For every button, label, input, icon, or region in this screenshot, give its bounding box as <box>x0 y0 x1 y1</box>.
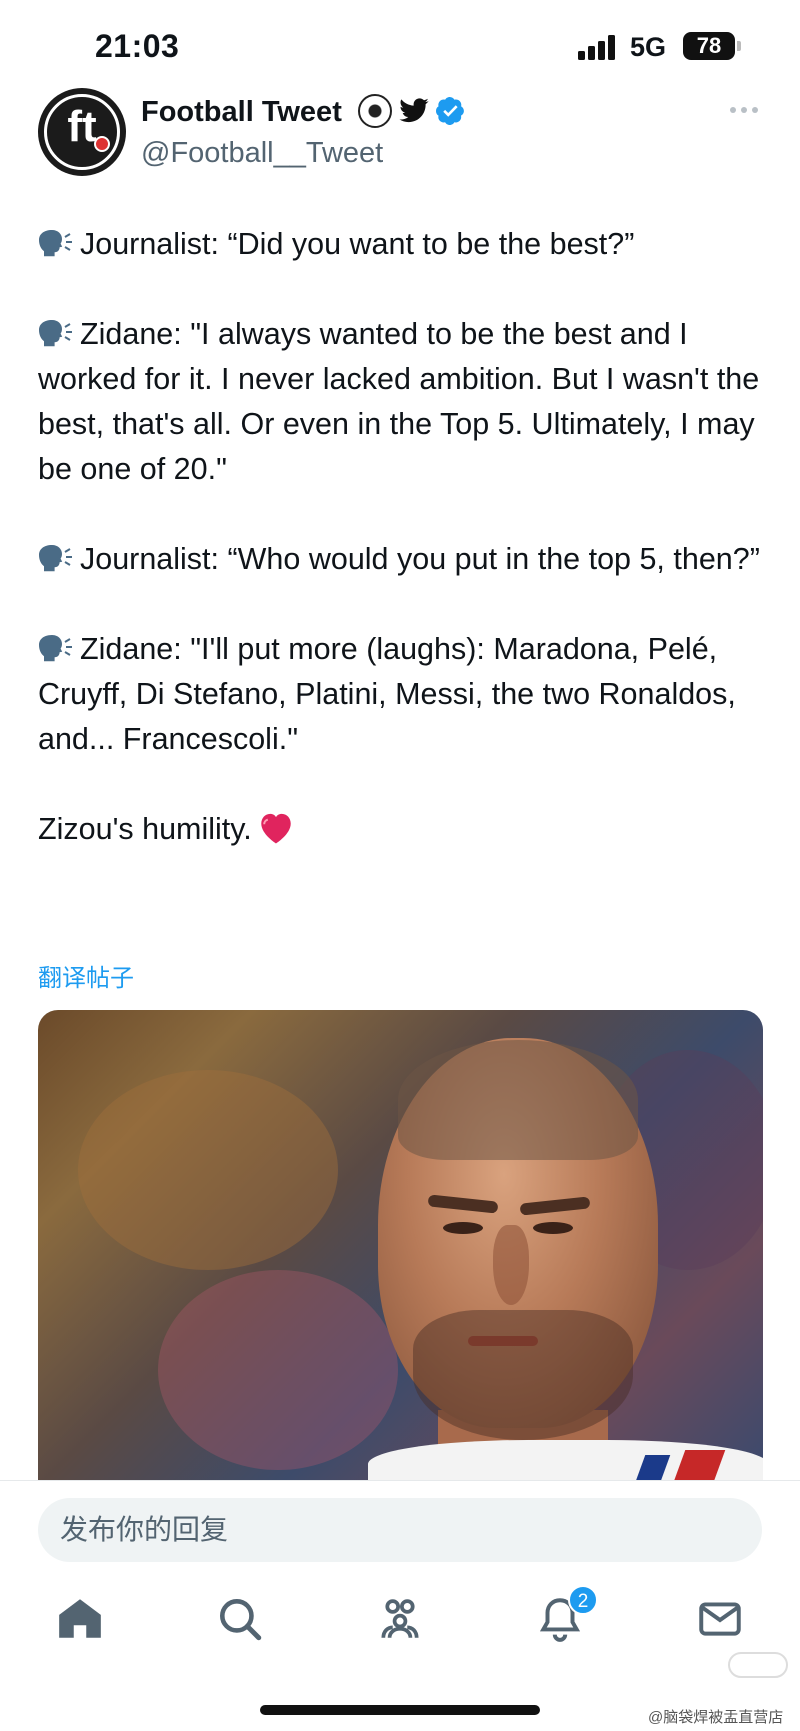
photo-eye <box>443 1222 483 1234</box>
tweet-paragraph: Journalist: “Did you want to be the best… <box>38 222 768 267</box>
translate-post-link[interactable]: 翻译帖子 <box>38 958 134 993</box>
battery-cap <box>737 41 741 51</box>
tweet-closing: Zizou's humility. <box>38 807 768 852</box>
photo-scalp <box>398 1040 638 1160</box>
user-handle[interactable]: @Football__Tweet <box>141 137 383 170</box>
photo-nose <box>493 1225 529 1305</box>
tweet-paragraph: Zidane: "I'll put more (laughs): Maradon… <box>38 627 768 762</box>
photo-beard <box>413 1310 633 1440</box>
paragraph-text: Journalist: “Who would you put in the to… <box>80 542 760 576</box>
home-indicator[interactable] <box>260 1705 540 1715</box>
communities-icon[interactable] <box>375 1594 425 1644</box>
more-options-icon[interactable] <box>730 100 770 120</box>
photo-eye <box>533 1222 573 1234</box>
signal-icon <box>578 34 618 60</box>
speaking-head-icon <box>39 545 72 572</box>
watermark-logo <box>728 1652 788 1678</box>
photo-background <box>158 1270 398 1470</box>
red-heart-icon <box>261 813 291 844</box>
avatar[interactable]: ft <box>38 88 126 176</box>
closing-text: Zizou's humility. <box>38 812 252 846</box>
reply-input[interactable]: 发布你的回复 <box>38 1498 762 1562</box>
paragraph-text: Zidane: "I'll put more (laughs): Maradon… <box>38 632 736 756</box>
home-icon[interactable] <box>55 1594 105 1644</box>
notification-badge: 2 <box>568 1585 598 1615</box>
search-icon[interactable] <box>215 1594 265 1644</box>
speaking-head-icon <box>39 320 72 347</box>
reply-bar: 发布你的回复 <box>0 1480 800 1580</box>
paragraph-text: Journalist: “Did you want to be the best… <box>80 227 635 261</box>
avatar-logo: ft <box>67 102 97 151</box>
speaking-head-icon <box>39 230 72 257</box>
photo-mouth <box>468 1336 538 1346</box>
name-emoji-group <box>358 94 466 128</box>
tweet-paragraph: Journalist: “Who would you put in the to… <box>38 537 768 582</box>
speaking-head-icon <box>39 635 72 662</box>
status-bar: 21:03 5G 78 <box>0 0 800 95</box>
status-time: 21:03 <box>95 28 180 64</box>
battery-icon: 78 <box>683 32 735 60</box>
tweet-paragraph: Zidane: "I always wanted to be the best … <box>38 312 768 492</box>
soccer-ball-icon <box>358 94 392 128</box>
messages-icon[interactable] <box>695 1594 745 1644</box>
network-label: 5G <box>630 32 667 62</box>
photo-background <box>78 1070 338 1270</box>
display-name[interactable]: Football Tweet <box>141 96 342 129</box>
tweet-photo[interactable] <box>38 1010 763 1480</box>
twitter-bird-icon <box>399 98 429 123</box>
paragraph-text: Zidane: "I always wanted to be the best … <box>38 317 760 486</box>
avatar-ball-icon <box>94 136 110 152</box>
bottom-tab-bar <box>0 1580 800 1670</box>
watermark-text: @脑袋焊被盂直营店 <box>648 1709 784 1726</box>
tweet-text: Journalist: “Did you want to be the best… <box>38 222 768 897</box>
verified-icon <box>436 97 464 125</box>
